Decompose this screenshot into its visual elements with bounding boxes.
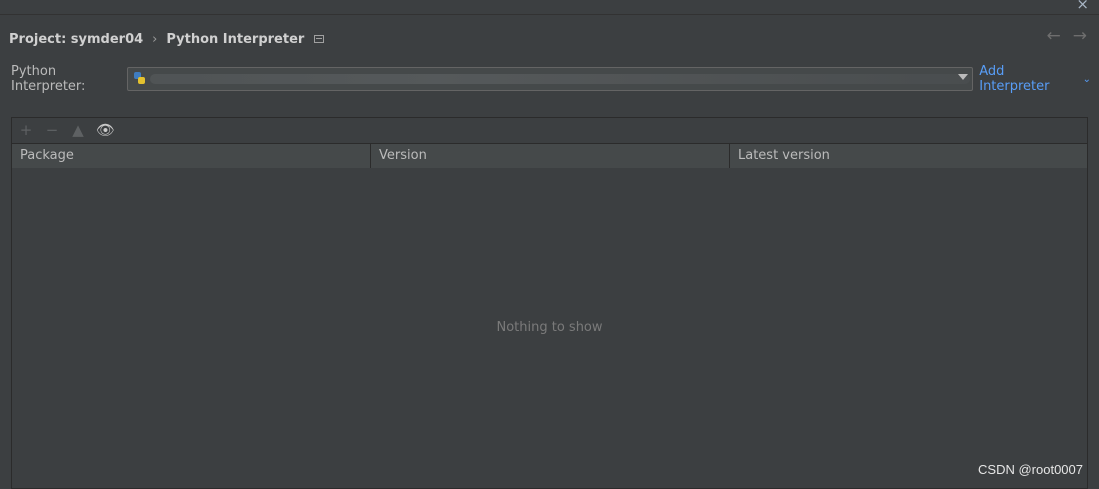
packages-table-header: Package Version Latest version xyxy=(12,143,1087,169)
add-interpreter-label: Add Interpreter xyxy=(979,64,1050,94)
breadcrumb-page: Python Interpreter xyxy=(166,31,305,47)
history-nav: ← → xyxy=(1047,26,1088,46)
column-header-version[interactable]: Version xyxy=(371,144,730,168)
add-interpreter-link[interactable]: Add Interpreter ⌄ xyxy=(979,64,1091,94)
remove-package-icon[interactable]: − xyxy=(44,121,60,139)
title-bar: × xyxy=(0,0,1099,15)
empty-state-text: Nothing to show xyxy=(496,320,603,335)
interpreter-row: Python Interpreter: Add Interpreter ⌄ xyxy=(11,64,1091,94)
add-package-icon[interactable]: + xyxy=(18,121,34,139)
packages-panel: + − ▲ 👁 Package Version Latest version N… xyxy=(11,117,1088,489)
column-header-package[interactable]: Package xyxy=(12,144,371,168)
upgrade-package-icon[interactable]: ▲ xyxy=(70,121,86,139)
forward-arrow-icon[interactable]: → xyxy=(1073,26,1087,46)
document-icon[interactable] xyxy=(314,35,325,43)
breadcrumb-separator-icon: › xyxy=(152,31,158,47)
close-icon[interactable]: × xyxy=(1076,0,1089,13)
column-header-latest-version[interactable]: Latest version xyxy=(730,144,1087,168)
watermark: CSDN @root0007 xyxy=(978,462,1083,477)
dropdown-arrow-icon[interactable] xyxy=(958,74,969,80)
packages-table-body: Nothing to show xyxy=(12,168,1087,488)
breadcrumb: Project: symder04 › Python Interpreter xyxy=(9,30,325,48)
python-icon xyxy=(133,72,145,84)
back-arrow-icon[interactable]: ← xyxy=(1047,26,1061,46)
packages-toolbar: + − ▲ 👁 xyxy=(12,118,1093,142)
chevron-down-icon: ⌄ xyxy=(1082,73,1091,85)
interpreter-label: Python Interpreter: xyxy=(11,64,86,94)
interpreter-select[interactable] xyxy=(126,67,974,91)
interpreter-path-redacted xyxy=(149,74,970,84)
eye-icon[interactable]: 👁 xyxy=(96,121,115,139)
breadcrumb-project[interactable]: Project: symder04 xyxy=(9,32,143,47)
